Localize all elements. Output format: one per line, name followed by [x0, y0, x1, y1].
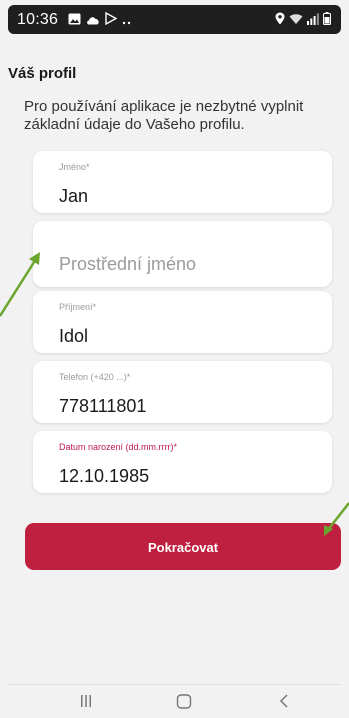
first-name-field[interactable]: Jméno* Jan: [33, 151, 332, 213]
cloud-icon: [86, 12, 100, 30]
recent-apps-icon[interactable]: [74, 691, 98, 711]
birth-date-field[interactable]: Datum narození (dd.mm.rrrr)* 12.10.1985: [33, 431, 332, 493]
status-icons-right: [275, 12, 331, 30]
location-icon: [275, 12, 285, 30]
middle-name-placeholder: Prostřední jméno: [59, 254, 197, 274]
last-name-label: Příjmení*: [59, 302, 97, 312]
wifi-icon: [289, 12, 303, 30]
status-bar: 10:36: [8, 5, 341, 34]
signal-icon: [307, 12, 319, 30]
last-name-value: Idol: [59, 326, 89, 346]
play-store-icon: [105, 11, 118, 30]
image-icon: [68, 12, 81, 30]
last-name-field[interactable]: Příjmení* Idol: [33, 291, 332, 353]
phone-field[interactable]: Telefon (+420 ...)* 778111801: [33, 361, 332, 423]
birth-date-label: Datum narození (dd.mm.rrrr)*: [59, 442, 178, 452]
back-icon[interactable]: [272, 691, 296, 711]
phone-label: Telefon (+420 ...)*: [59, 372, 131, 382]
more-dots-icon: [122, 12, 132, 30]
first-name-value: Jan: [59, 186, 89, 206]
battery-icon: [323, 12, 331, 30]
middle-name-field[interactable]: Prostřední jméno: [33, 221, 332, 287]
intro-text: Pro používání aplikace je nezbytné vypln…: [24, 98, 304, 133]
birth-date-value: 12.10.1985: [59, 466, 150, 486]
status-icons-left: [68, 11, 132, 30]
phone-value: 778111801: [59, 396, 147, 416]
home-icon[interactable]: [172, 691, 196, 711]
first-name-label: Jméno*: [59, 162, 90, 172]
continue-button[interactable]: Pokračovat: [25, 523, 341, 570]
status-time: 10:36: [17, 11, 59, 28]
navigation-bar: [8, 684, 341, 718]
page-title: Váš profil: [8, 65, 77, 82]
